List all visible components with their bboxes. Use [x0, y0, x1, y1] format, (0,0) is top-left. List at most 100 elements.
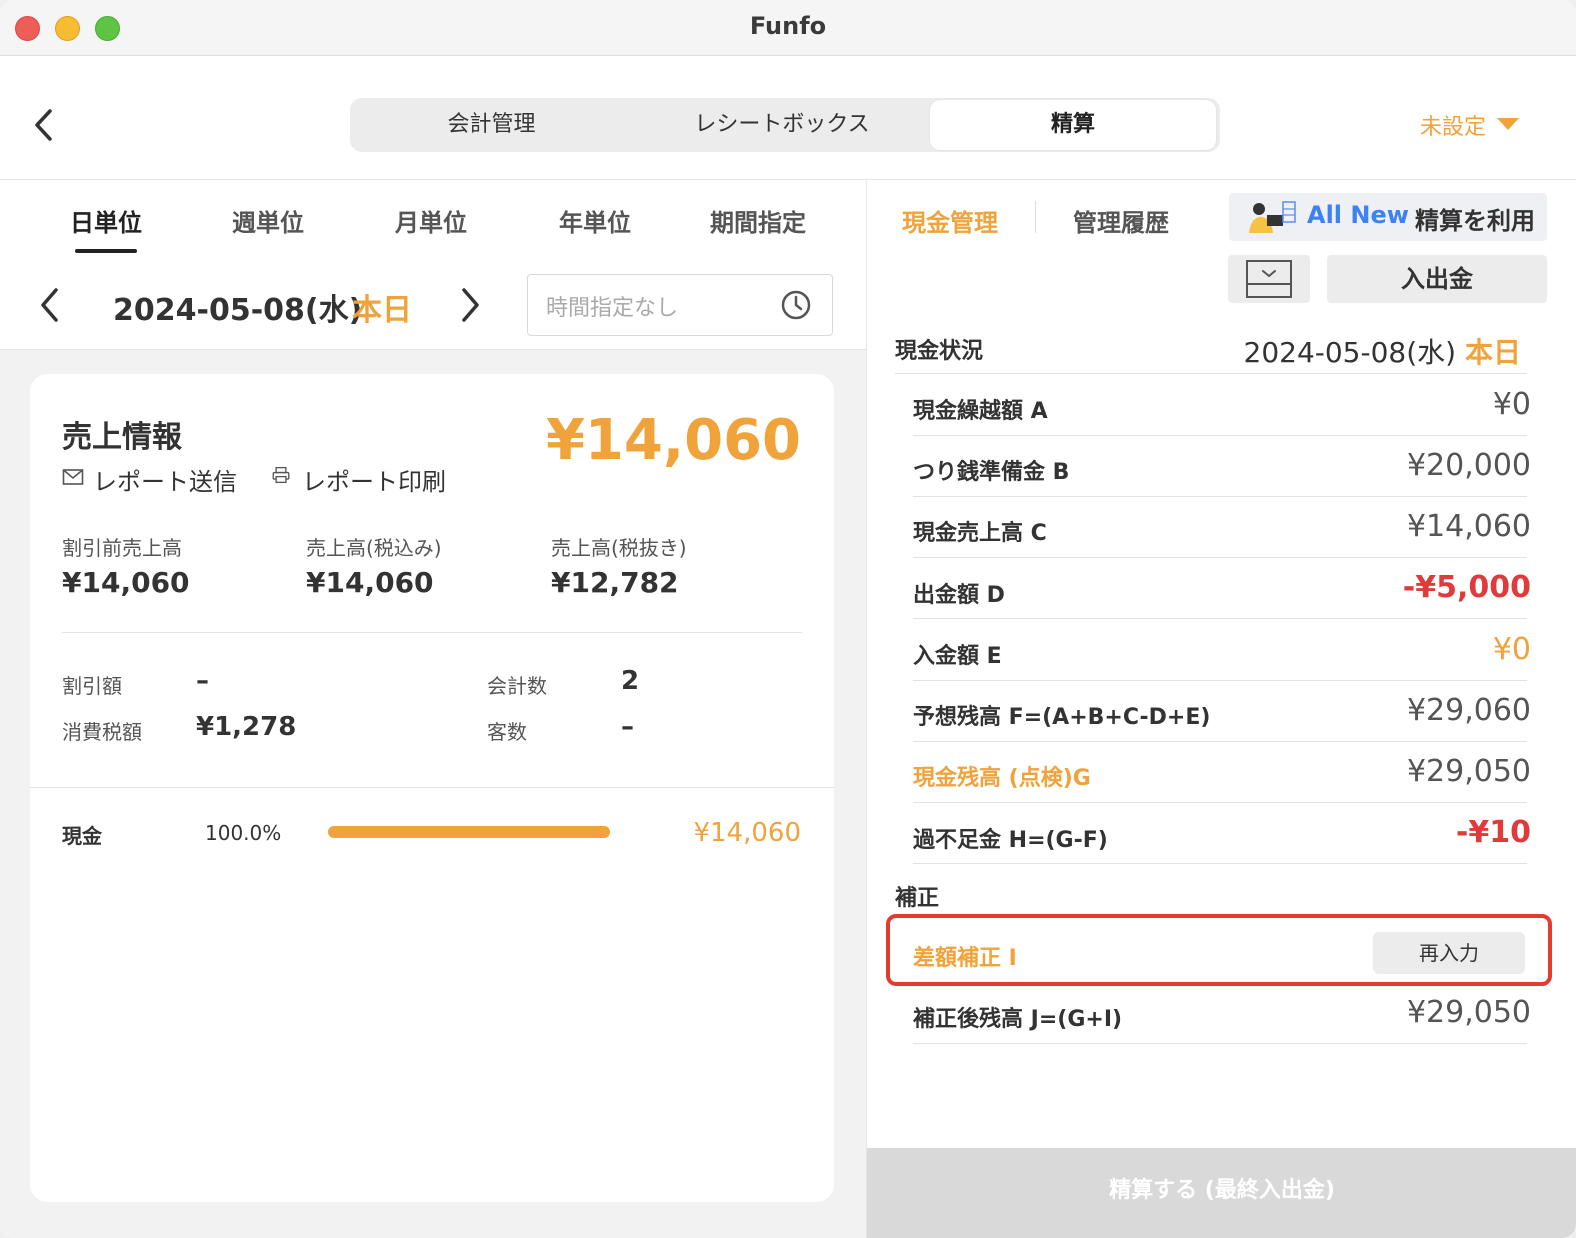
- time-filter-field[interactable]: 時間指定なし: [527, 274, 833, 336]
- discount-value: –: [196, 666, 209, 696]
- divider: [913, 1043, 1527, 1044]
- unset-dropdown-label[interactable]: 未設定: [1420, 109, 1486, 141]
- divider: [62, 632, 802, 633]
- tax-label: 消費税額: [62, 720, 142, 744]
- transaction-count-value: 2: [621, 666, 640, 696]
- tab-yearly[interactable]: 年単位: [530, 203, 660, 238]
- cash-in-out-button[interactable]: 入出金: [1327, 255, 1547, 303]
- right-pane: 現金管理 管理履歴 All New 精算を利用 入出金 現金状況 2024-05…: [866, 181, 1576, 1238]
- back-arrow-icon[interactable]: [30, 105, 60, 145]
- active-tab-underline: [75, 249, 137, 253]
- row-value-withdrawal-d: -¥5,000: [1402, 570, 1531, 605]
- divider: [913, 557, 1527, 558]
- settle-button[interactable]: 精算する (最終入出金): [867, 1148, 1576, 1238]
- person-laptop-icon: [1249, 201, 1296, 233]
- window-title: Funfo: [749, 12, 827, 40]
- stat-label-sales-tax-in: 売上高(税込み): [306, 536, 442, 560]
- row-label-change-fund-b: つり銭準備金 B: [913, 460, 1070, 485]
- payment-percent: 100.0%: [205, 821, 282, 845]
- tab-weekly[interactable]: 週単位: [203, 203, 333, 238]
- sales-info-card: 売上情報 ¥14,060 レポート送信 レポート印刷 割引前売上高 ¥14,06…: [30, 374, 834, 1202]
- stat-label-gross-sales: 割引前売上高: [62, 536, 182, 560]
- payment-amount: ¥14,060: [693, 818, 801, 848]
- divider: [913, 496, 1527, 497]
- next-date-icon[interactable]: [456, 284, 484, 326]
- divider: [913, 802, 1527, 803]
- row-label-corrected-balance-j: 補正後残高 J=(G+I): [913, 1007, 1123, 1032]
- divider: [913, 435, 1527, 436]
- row-label-deposit-e: 入金額 E: [913, 644, 1002, 669]
- customer-count-label: 客数: [487, 720, 527, 744]
- tab-cash-management[interactable]: 現金管理: [902, 203, 998, 238]
- all-new-settlement-banner[interactable]: All New 精算を利用: [1229, 193, 1547, 241]
- tab-daily[interactable]: 日単位: [41, 203, 171, 238]
- row-label-difference-h: 過不足金 H=(G-F): [913, 828, 1108, 853]
- stat-label-sales-tax-ex: 売上高(税抜き): [551, 536, 687, 560]
- row-label-cash-sales-c: 現金売上高 C: [913, 521, 1047, 546]
- printer-icon[interactable]: [270, 466, 292, 484]
- row-value-corrected-balance-j: ¥29,050: [1406, 995, 1531, 1030]
- period-header: 日単位 週単位 月単位 年単位 期間指定 2024-05-08(水) 本日 時間…: [0, 181, 866, 350]
- cash-status-date: 2024-05-08(水) 本日: [1244, 331, 1522, 371]
- left-pane: 日単位 週単位 月単位 年単位 期間指定 2024-05-08(水) 本日 時間…: [0, 181, 866, 1238]
- top-bar: 会計管理 レシートボックス 精算 未設定: [0, 57, 1576, 180]
- transaction-count-label: 会計数: [487, 674, 547, 698]
- cash-drawer-icon: [1246, 260, 1292, 298]
- selected-date: 2024-05-08(水): [113, 293, 363, 328]
- row-value-deposit-e: ¥0: [1492, 632, 1531, 667]
- status-date-value: 2024-05-08(水): [1243, 336, 1457, 369]
- tab-settlement[interactable]: 精算: [930, 100, 1216, 150]
- tab-custom-period[interactable]: 期間指定: [693, 203, 823, 238]
- row-value-change-fund-b: ¥20,000: [1406, 448, 1531, 483]
- caret-down-icon[interactable]: [1497, 118, 1519, 130]
- discount-label: 割引額: [62, 674, 122, 698]
- cash-drawer-button[interactable]: [1228, 255, 1310, 303]
- customer-count-value: –: [621, 712, 634, 742]
- divider: [913, 741, 1527, 742]
- reinput-button[interactable]: 再入力: [1373, 932, 1525, 974]
- clock-icon[interactable]: [780, 289, 812, 321]
- row-label-cash-balance-g[interactable]: 現金残高 (点検)G: [913, 760, 1091, 792]
- sales-info-title: 売上情報: [62, 420, 182, 455]
- row-value-cash-balance-g: ¥29,050: [1406, 754, 1531, 789]
- mail-icon[interactable]: [62, 468, 84, 486]
- tab-monthly[interactable]: 月単位: [366, 203, 496, 238]
- divider: [895, 373, 1527, 374]
- stat-value-gross-sales: ¥14,060: [62, 566, 190, 599]
- stat-value-sales-tax-in: ¥14,060: [306, 566, 434, 599]
- status-today-label: 本日: [1464, 336, 1521, 369]
- divider: [30, 787, 834, 788]
- main-segmented-control: 会計管理 レシートボックス 精算: [350, 98, 1220, 152]
- promo-text: 精算を利用: [1415, 207, 1535, 235]
- row-value-expected-f: ¥29,060: [1406, 693, 1531, 728]
- divider: [913, 618, 1527, 619]
- tab-receipt-box[interactable]: レシートボックス: [637, 98, 927, 152]
- row-label-carryover-a: 現金繰越額 A: [913, 399, 1048, 424]
- payment-share-track: [328, 826, 610, 838]
- app-window: Funfo 会計管理 レシートボックス 精算 未設定 日単位 週単位 月単位 年…: [0, 0, 1576, 1238]
- payment-share-bar: [328, 826, 610, 838]
- row-value-carryover-a: ¥0: [1492, 387, 1531, 422]
- tab-separator: [1035, 201, 1036, 233]
- divider: [913, 680, 1527, 681]
- promo-new-label: All New: [1307, 201, 1409, 229]
- divider: [913, 863, 1527, 864]
- correction-title: 補正: [895, 886, 940, 911]
- payment-method-label: 現金: [62, 824, 102, 848]
- previous-date-icon[interactable]: [36, 284, 64, 326]
- print-report-button[interactable]: レポート印刷: [302, 462, 446, 497]
- stat-value-sales-tax-ex: ¥12,782: [551, 566, 679, 599]
- row-label-correction-i: 差額補正 I: [913, 946, 1017, 971]
- tab-accounting[interactable]: 会計管理: [350, 98, 633, 152]
- title-bar: Funfo: [0, 0, 1576, 56]
- sales-total: ¥14,060: [545, 408, 801, 473]
- tax-value: ¥1,278: [196, 712, 297, 742]
- today-label: 本日: [352, 293, 412, 328]
- tab-management-history[interactable]: 管理履歴: [1073, 203, 1169, 238]
- row-value-difference-h: -¥10: [1455, 815, 1531, 850]
- cash-status-title: 現金状況: [895, 339, 984, 364]
- row-label-withdrawal-d: 出金額 D: [913, 583, 1005, 608]
- row-label-expected-f: 予想残高 F=(A+B+C-D+E): [913, 705, 1211, 730]
- send-report-button[interactable]: レポート送信: [93, 462, 237, 497]
- time-filter-placeholder: 時間指定なし: [546, 296, 679, 321]
